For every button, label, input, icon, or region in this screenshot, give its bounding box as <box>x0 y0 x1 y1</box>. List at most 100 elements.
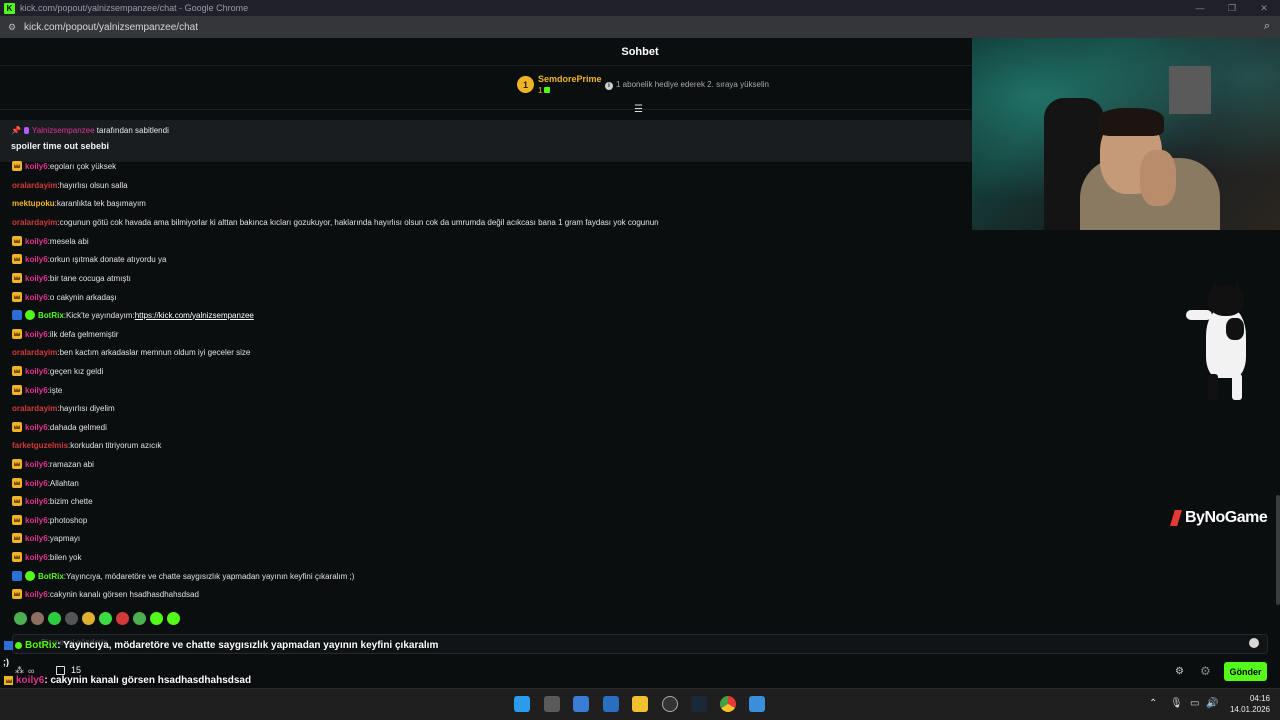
crown-badge-icon <box>12 254 22 264</box>
chat-username[interactable]: oralardayim <box>12 218 57 227</box>
chat-message[interactable]: BotRix: Kick'te yayındayım: https://kick… <box>12 307 254 323</box>
chat-message[interactable]: koily6: ilk defa gelmemiştir <box>12 326 118 342</box>
chat-username[interactable]: BotRix <box>38 572 64 581</box>
chat-username[interactable]: mektupoku <box>12 199 55 208</box>
chat-username[interactable]: oralardayim <box>12 348 57 357</box>
steam-icon[interactable] <box>691 696 707 712</box>
chat-message[interactable]: koily6: bilen yok <box>12 549 82 565</box>
chat-username[interactable]: koily6 <box>25 534 48 543</box>
chat-message[interactable]: oralardayim: ben kactım arkadaslar memnu… <box>12 344 250 360</box>
system-clock[interactable]: 04:16 14.01.2026 <box>1226 693 1270 715</box>
emote-icon[interactable] <box>82 612 95 625</box>
chat-message[interactable]: oralardayim: hayırlısı olsun salla <box>12 177 128 193</box>
chat-message[interactable]: koily6: yapmayı <box>12 530 80 546</box>
chat-message[interactable]: koily6: cakynin kanalı görsen hsadhasdha… <box>12 586 199 602</box>
obs-icon[interactable] <box>662 696 678 712</box>
send-button[interactable]: Gönder <box>1224 662 1267 681</box>
chat-username[interactable]: koily6 <box>25 479 48 488</box>
chat-settings-icon[interactable]: ⚙ <box>1200 664 1211 678</box>
volume-icon[interactable]: 🔊 <box>1206 698 1218 709</box>
collapse-icon[interactable]: ☰ <box>634 104 643 115</box>
chat-message[interactable]: BotRix: Yayıncıya, mödaretöre ve chatte … <box>12 568 354 584</box>
chat-message[interactable]: koily6: o cakynin arkadaşı <box>12 289 117 305</box>
minimize-icon[interactable]: — <box>1184 0 1216 16</box>
chat-username[interactable]: koily6 <box>25 516 48 525</box>
chat-username[interactable]: koily6 <box>25 386 48 395</box>
app-icon-2[interactable] <box>749 696 765 712</box>
chat-link[interactable]: https://kick.com/yalnizsempanzee <box>135 311 254 320</box>
screen: K kick.com/popout/yalnizsempanzee/chat -… <box>0 0 1280 720</box>
verified-badge-icon <box>25 571 35 581</box>
emote-icon[interactable] <box>133 612 146 625</box>
chat-username[interactable]: koily6 <box>25 460 48 469</box>
maximize-icon[interactable]: ❐ <box>1216 0 1248 16</box>
chat-username[interactable]: koily6 <box>25 162 48 171</box>
scrollbar[interactable] <box>1276 495 1280 605</box>
chat-message[interactable]: oralardayim: cogunun götü cok havada ama… <box>12 214 659 230</box>
chat-username[interactable]: koily6 <box>25 237 48 246</box>
chat-message[interactable]: koily6: Allahtan <box>12 475 79 491</box>
chat-username[interactable]: koily6 <box>25 497 48 506</box>
chat-username[interactable]: oralardayim <box>12 404 57 413</box>
chat-username[interactable]: koily6 <box>25 423 48 432</box>
chat-message[interactable]: koily6: bizim chette <box>12 493 93 509</box>
chat-message[interactable]: koily6: dahada gelmedi <box>12 419 107 435</box>
file-explorer-icon[interactable] <box>632 696 648 712</box>
overlay-message-koily: koily6 : cakynin kanalı görsen hsadhasdh… <box>4 675 251 686</box>
top-subscriber-name[interactable]: SemdorePrime <box>538 74 602 84</box>
crown-badge-icon <box>12 459 22 469</box>
emote-icon[interactable] <box>167 612 180 625</box>
microphone-icon[interactable]: 🎙 <box>1170 698 1183 709</box>
chat-message[interactable]: koily6: bir tane cocuga atmıştı <box>12 270 131 286</box>
infinity-icon[interactable]: ∞ <box>28 666 34 676</box>
chat-message[interactable]: mektupoku: karanlıkta tek başımayım <box>12 195 146 211</box>
chat-message[interactable]: koily6: geçen kız geldi <box>12 363 103 379</box>
chrome-icon[interactable] <box>720 696 736 712</box>
users-icon[interactable]: ⁂ <box>15 665 24 676</box>
chat-message[interactable]: koily6: işte <box>12 382 62 398</box>
chat-username[interactable]: farketguzelmis <box>12 441 68 450</box>
network-icon[interactable]: ▭ <box>1190 698 1199 709</box>
task-view-icon[interactable] <box>544 696 560 712</box>
emote-icon[interactable] <box>116 612 129 625</box>
pinned-message[interactable]: 📌 Yalnizsempanzee tarafından sabitlendi … <box>0 120 972 162</box>
chat-username[interactable]: koily6 <box>25 553 48 562</box>
chat-username[interactable]: BotRix <box>38 311 64 320</box>
rank-badge: 1 <box>517 76 534 93</box>
emote-icon[interactable] <box>65 612 78 625</box>
chat-username[interactable]: koily6 <box>25 293 48 302</box>
verified-badge-icon <box>15 642 22 649</box>
start-icon[interactable] <box>514 696 530 712</box>
chat-message[interactable]: farketguzelmis: korkudan titriyorum azıc… <box>12 437 161 453</box>
emote-icon[interactable] <box>31 612 44 625</box>
chat-username[interactable]: koily6 <box>25 274 48 283</box>
chat-message[interactable]: koily6: ramazan abi <box>12 456 94 472</box>
close-icon[interactable]: ✕ <box>1248 0 1280 16</box>
tray-chevron-icon[interactable]: ⌃ <box>1149 698 1157 709</box>
app-icon[interactable] <box>573 696 589 712</box>
settings-icon[interactable]: ⚙ <box>1175 666 1184 677</box>
chat-username[interactable]: koily6 <box>25 367 48 376</box>
address-bar[interactable]: ⚙ kick.com/popout/yalnizsempanzee/chat ⌕ <box>0 16 1280 38</box>
chat-username[interactable]: oralardayim <box>12 181 57 190</box>
zoom-icon[interactable]: ⌕ <box>1264 20 1270 33</box>
chat-username[interactable]: koily6 <box>25 590 48 599</box>
url-text[interactable]: kick.com/popout/yalnizsempanzee/chat <box>24 22 198 33</box>
pinned-by-user[interactable]: Yalnizsempanzee <box>32 126 95 135</box>
store-icon[interactable] <box>603 696 619 712</box>
chat-username[interactable]: koily6 <box>25 255 48 264</box>
overlay-message-botrix: BotRix : Yayıncıya, mödaretöre ve chatte… <box>4 640 438 651</box>
emote-icon[interactable] <box>48 612 61 625</box>
site-info-icon[interactable]: ⚙ <box>8 22 18 33</box>
emote-icon[interactable] <box>150 612 163 625</box>
chat-message[interactable]: koily6: orkun ışıtmak donate atıyordu ya <box>12 251 166 267</box>
emote-icon[interactable] <box>99 612 112 625</box>
chat-username[interactable]: koily6 <box>25 330 48 339</box>
chat-message[interactable]: koily6: mesela abi <box>12 233 89 249</box>
chat-message[interactable]: koily6: egoları çok yüksek <box>12 158 116 174</box>
emote-icon[interactable] <box>14 612 27 625</box>
bot-badge-icon <box>12 571 22 581</box>
emoji-picker-icon[interactable] <box>1249 638 1259 648</box>
chat-message[interactable]: koily6: photoshop <box>12 512 87 528</box>
chat-message[interactable]: oralardayim: hayırlısı diyelim <box>12 400 115 416</box>
